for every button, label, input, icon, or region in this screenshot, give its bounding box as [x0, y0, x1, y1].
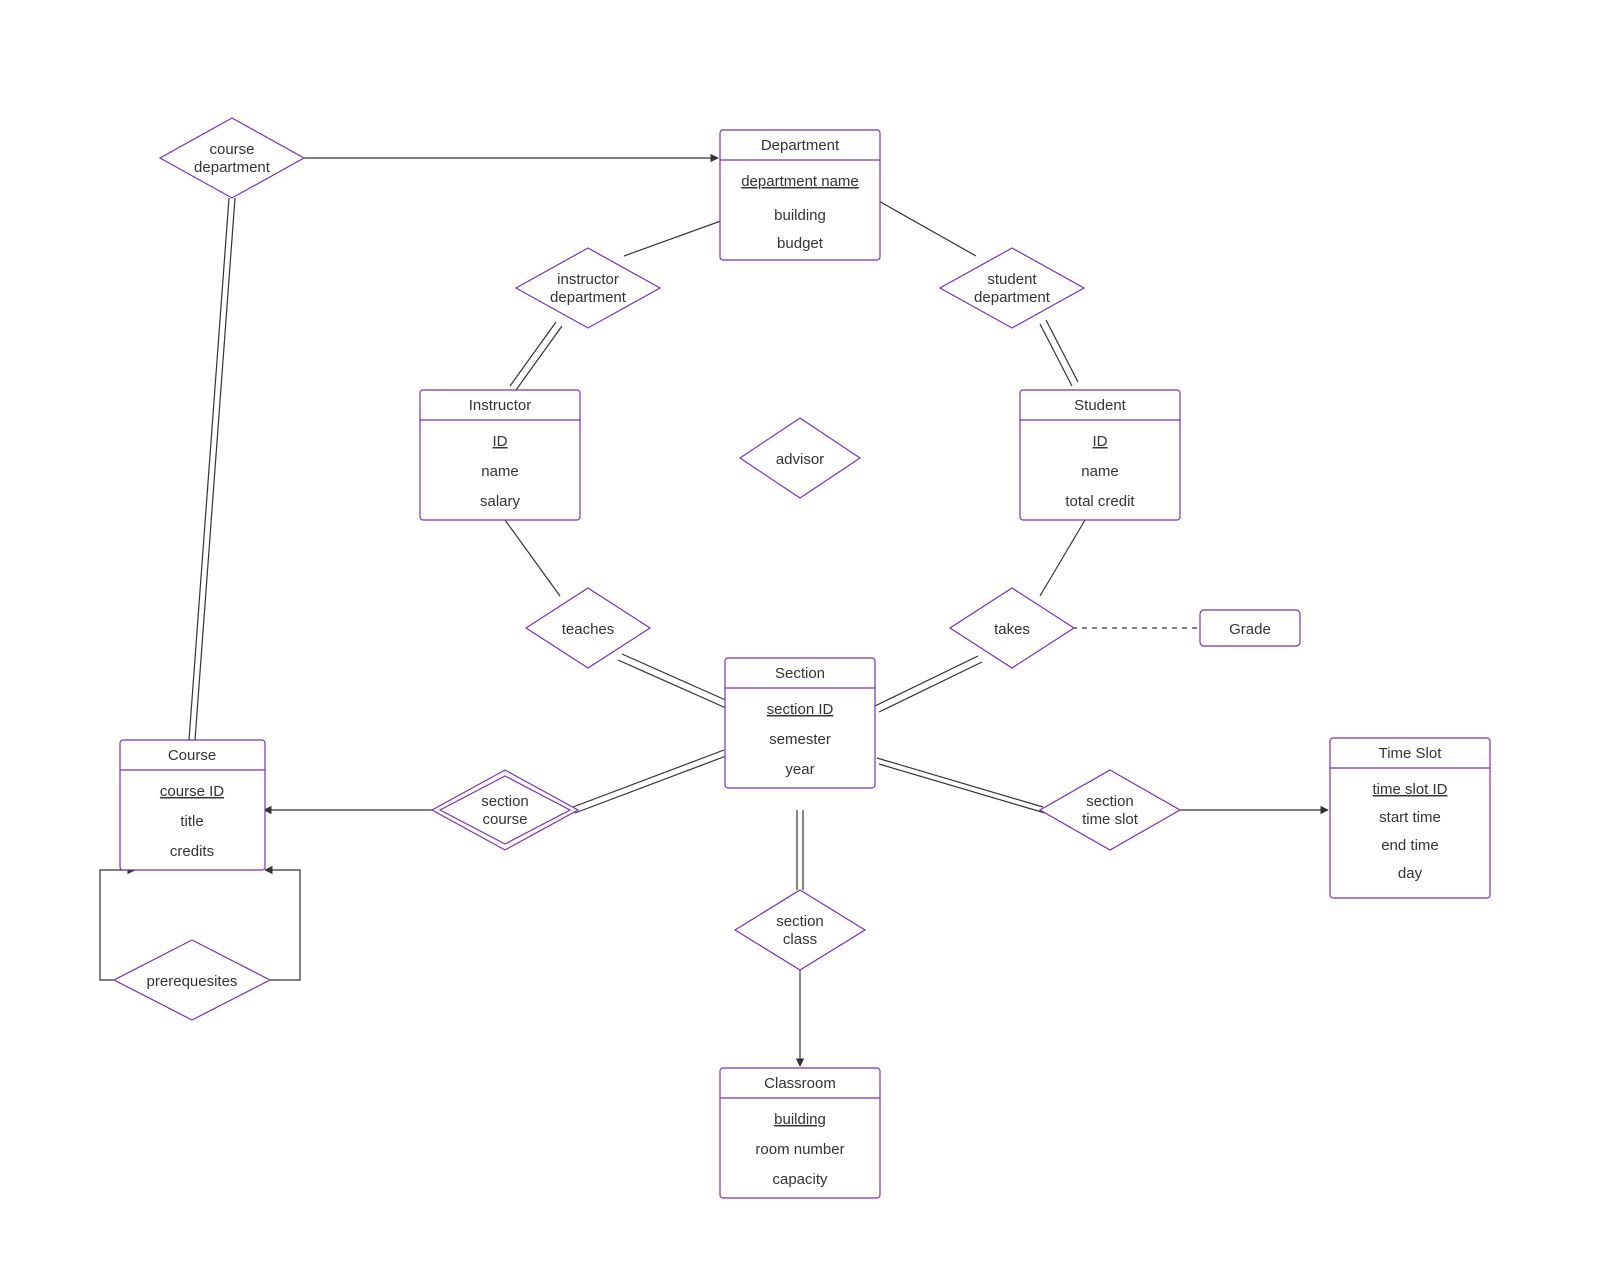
- entity-attr: room number: [755, 1141, 844, 1158]
- entity-title: Classroom: [764, 1075, 836, 1092]
- entity-attr: total credit: [1065, 493, 1135, 510]
- entity-key: department name: [741, 173, 859, 190]
- entity-attr: day: [1398, 865, 1423, 882]
- svg-text:takes: takes: [994, 621, 1030, 638]
- entity-student: Student ID name total credit: [1020, 390, 1180, 520]
- svg-text:time slot: time slot: [1082, 811, 1139, 828]
- svg-text:instructor: instructor: [557, 271, 619, 288]
- entity-key: section ID: [767, 701, 834, 718]
- entity-section: Section section ID semester year: [725, 658, 875, 788]
- entity-attr: year: [785, 761, 814, 778]
- entity-key: time slot ID: [1372, 781, 1447, 798]
- entity-title: Student: [1074, 397, 1127, 414]
- svg-text:section: section: [481, 793, 529, 810]
- entity-title: Department: [761, 137, 840, 154]
- entity-key: ID: [1093, 433, 1108, 450]
- entity-attr: capacity: [772, 1171, 828, 1188]
- entity-attr: name: [481, 463, 519, 480]
- svg-text:Grade: Grade: [1229, 621, 1271, 638]
- relationship-section-time-slot: section time slot: [1040, 770, 1180, 850]
- entity-key: course ID: [160, 783, 224, 800]
- entity-attr: semester: [769, 731, 831, 748]
- entity-attr: start time: [1379, 809, 1441, 826]
- entity-classroom: Classroom building room number capacity: [720, 1068, 880, 1198]
- entity-instructor: Instructor ID name salary: [420, 390, 580, 520]
- relationship-takes: takes: [950, 588, 1074, 668]
- entity-timeslot: Time Slot time slot ID start time end ti…: [1330, 738, 1490, 898]
- svg-text:course: course: [482, 811, 527, 828]
- entity-title: Course: [168, 747, 216, 764]
- relationship-section-course: section course: [432, 770, 578, 850]
- entity-title: Time Slot: [1379, 745, 1443, 762]
- relationship-section-class: section class: [735, 890, 865, 970]
- svg-text:section: section: [1086, 793, 1134, 810]
- entity-department: Department department name building budg…: [720, 130, 880, 260]
- svg-text:department: department: [550, 289, 627, 306]
- entity-title: Instructor: [469, 397, 532, 414]
- svg-text:prerequesites: prerequesites: [147, 973, 238, 990]
- entity-attr: end time: [1381, 837, 1439, 854]
- relationship-advisor: advisor: [740, 418, 860, 498]
- entity-attr: salary: [480, 493, 521, 510]
- relationship-prerequisites: prerequesites: [114, 940, 270, 1020]
- entity-attr: credits: [170, 843, 214, 860]
- svg-text:advisor: advisor: [776, 451, 824, 468]
- entity-attr: name: [1081, 463, 1119, 480]
- attribute-grade: Grade: [1200, 610, 1300, 646]
- entity-key: ID: [493, 433, 508, 450]
- svg-text:department: department: [974, 289, 1051, 306]
- svg-text:class: class: [783, 931, 817, 948]
- entity-attr: title: [180, 813, 203, 830]
- svg-text:teaches: teaches: [562, 621, 615, 638]
- relationship-course-department: course department: [160, 118, 304, 198]
- svg-text:course: course: [209, 141, 254, 158]
- entity-title: Section: [775, 665, 825, 682]
- relationship-student-department: student department: [940, 248, 1084, 328]
- entity-course: Course course ID title credits: [120, 740, 265, 870]
- svg-text:section: section: [776, 913, 824, 930]
- svg-text:department: department: [194, 159, 271, 176]
- er-diagram: Department department name building budg…: [0, 0, 1600, 1280]
- entity-key: building: [774, 1111, 826, 1128]
- svg-text:student: student: [987, 271, 1037, 288]
- relationship-teaches: teaches: [526, 588, 650, 668]
- relationship-instructor-department: instructor department: [516, 248, 660, 328]
- entity-attr: building: [774, 207, 826, 224]
- entity-attr: budget: [777, 235, 824, 252]
